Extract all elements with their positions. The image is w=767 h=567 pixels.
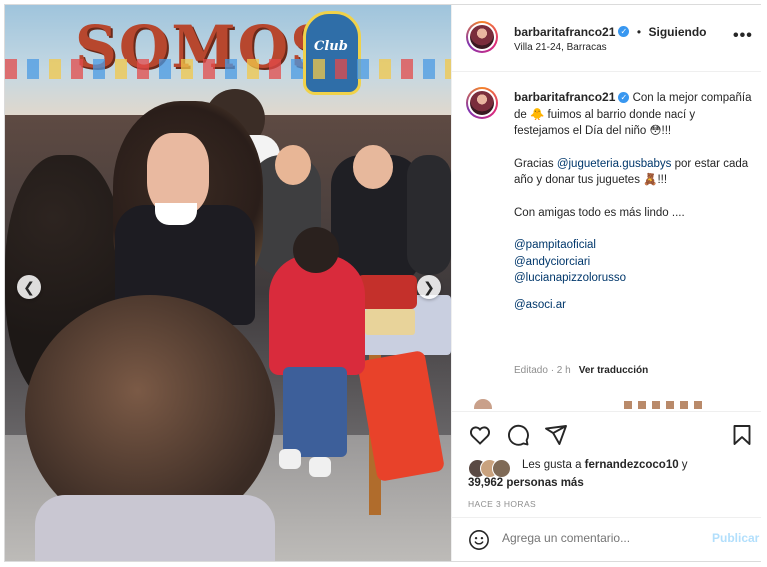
caption-meta: Editado · 2 h Ver traducción [514,365,648,376]
bg-person [275,145,311,185]
mention-link[interactable]: @andyciorciari [514,254,752,271]
mention-link[interactable]: @jugueteria.gusbabys [557,158,672,170]
liker-username[interactable]: fernandezcoco10 [585,459,679,471]
actions-divider [452,411,761,412]
mention-link[interactable]: @asoci.ar [514,299,566,311]
more-dots-icon[interactable]: ••• [733,27,753,45]
bg-person [353,145,393,189]
smiley-icon[interactable] [468,529,490,551]
action-bar [466,421,756,449]
heart-icon[interactable] [468,423,492,447]
bookmark-icon[interactable] [730,423,754,447]
girl-shoe [309,457,331,477]
post-header: barbaritafranco21 ✓ • Siguiendo [514,23,744,41]
comment-divider [452,517,761,518]
likes-count[interactable]: 39,962 personas más [468,475,584,492]
publish-button[interactable]: Publicar [712,531,759,545]
mention-link[interactable]: @lucianapizzolorusso [514,270,752,287]
next-comment-preview [466,397,746,409]
girl-shoe [279,449,301,469]
caption-username[interactable]: barbaritafranco21 [514,90,615,104]
prev-arrow-icon[interactable]: ❮ [17,275,41,299]
author-avatar[interactable] [466,21,498,53]
mention-link[interactable]: @pampitaoficial [514,237,752,254]
send-icon[interactable] [544,423,568,447]
girl-jeans [283,367,347,457]
post-photo[interactable]: SOMOS Club ❮ ❯ [5,5,451,561]
post-caption: barbaritafranco21 ✓ Con la mejor compañía… [514,89,752,329]
likes-prefix: Les gusta a [522,459,585,471]
comment-input[interactable] [502,531,672,545]
girl-head [293,227,339,273]
caption-text-2-prefix: Gracias [514,157,557,170]
woman-collar [155,203,197,225]
child-foreground-jacket [35,495,275,561]
caption-avatar-image [470,91,494,115]
post-panel: barbaritafranco21 ✓ • Siguiendo Villa 21-… [451,5,761,561]
bunting-flags [5,59,451,79]
girl-red-coat [269,255,365,375]
comment-icon[interactable] [506,423,530,447]
comment-box: Publicar [466,527,759,551]
likes-middle: y [678,459,688,471]
header-divider [452,71,761,72]
post-location[interactable]: Villa 21-24, Barracas [514,42,607,53]
author-avatar-image [470,25,494,49]
verified-badge-icon: ✓ [618,92,630,104]
author-username[interactable]: barbaritafranco21 [514,25,615,39]
bg-person [407,155,451,275]
next-arrow-icon[interactable]: ❯ [417,275,441,299]
toys [357,275,417,309]
instagram-post: SOMOS Club ❮ ❯ barbaritafranco21 ✓ • Sig… [4,4,761,562]
post-time: HACE 3 HORAS [468,499,537,509]
edited-timestamp: Editado · 2 h [514,365,571,376]
club-crest-label: Club [314,39,348,54]
toys [365,309,415,335]
separator-dot: • [636,25,642,39]
caption-text-3: Con amigas todo es más lindo .... [514,206,685,219]
likes-summary: Les gusta a fernandezcoco10 y [522,457,688,474]
comment-avatar [474,399,492,409]
caption-avatar[interactable] [466,87,498,119]
translate-link[interactable]: Ver traducción [579,365,648,376]
comment-emojis [624,401,708,409]
verified-badge-icon: ✓ [618,26,630,38]
following-button[interactable]: Siguiendo [648,25,706,39]
